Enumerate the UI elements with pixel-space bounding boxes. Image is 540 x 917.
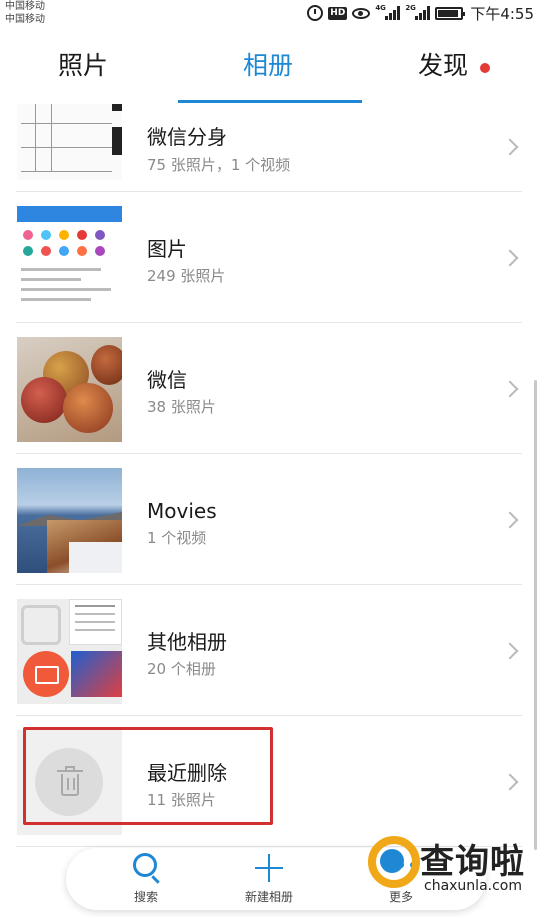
search-label: 搜索	[133, 890, 158, 904]
chevron-right-icon	[501, 511, 519, 529]
tab-albums[interactable]: 相册	[243, 48, 293, 84]
network-type-1: 4G	[375, 4, 386, 12]
status-bar: 中国移动 中国移动 HD 4G 2G 下午4:55	[0, 0, 540, 28]
album-name: 微信分身	[147, 125, 227, 149]
album-thumbnail	[17, 599, 122, 704]
status-icons: HD 4G 2G 下午4:55	[307, 3, 534, 23]
carrier-label-2: 中国移动	[5, 14, 45, 25]
album-thumbnail	[17, 468, 122, 573]
new-album-button[interactable]: 新建相册	[214, 848, 324, 910]
tab-discover[interactable]: 发现	[418, 48, 468, 84]
album-thumbnail	[17, 206, 122, 311]
album-count: 1 个视频	[147, 529, 207, 547]
album-count: 38 张照片	[147, 398, 216, 416]
watermark: 查询啦 chaxunla.com	[360, 828, 538, 914]
tab-bar: 照片 相册 发现	[0, 28, 540, 104]
battery-icon	[435, 6, 466, 20]
alarm-icon	[307, 5, 324, 21]
album-name: Movies	[147, 499, 217, 523]
chevron-right-icon	[501, 380, 519, 398]
watermark-title: 查询啦	[420, 842, 525, 882]
scrollbar[interactable]	[534, 380, 537, 850]
tab-photos[interactable]: 照片	[58, 48, 108, 84]
new-album-label: 新建相册	[244, 890, 293, 904]
plus-icon	[255, 854, 283, 882]
album-row-weixin[interactable]: 微信 38 张照片	[0, 323, 540, 454]
status-time: 下午4:55	[470, 4, 534, 23]
network-type-2: 2G	[405, 4, 416, 12]
album-name: 图片	[147, 237, 187, 261]
carrier-label-1: 中国移动	[5, 1, 45, 12]
search-button[interactable]: 搜索	[91, 848, 201, 910]
album-count: 20 个相册	[147, 660, 216, 678]
chevron-right-icon	[501, 249, 519, 267]
notification-dot	[480, 63, 490, 73]
watermark-logo-icon	[368, 836, 420, 888]
search-icon	[133, 853, 157, 877]
chevron-right-icon	[501, 642, 519, 660]
album-count: 249 张照片	[147, 267, 226, 285]
album-count: 75 张照片，1 个视频	[147, 156, 291, 174]
highlight-box	[23, 727, 273, 825]
album-row-movies[interactable]: Movies 1 个视频	[0, 454, 540, 585]
album-name: 其他相册	[147, 630, 227, 654]
mail-icon	[23, 651, 69, 697]
chevron-right-icon	[501, 138, 519, 156]
chevron-right-icon	[501, 773, 519, 791]
signal-icon: 4G	[375, 4, 401, 20]
album-thumbnail	[17, 337, 122, 442]
battery-fill	[438, 9, 459, 17]
album-row-pictures[interactable]: 图片 249 张照片	[0, 192, 540, 323]
hd-icon: HD	[328, 6, 348, 20]
signal-icon: 2G	[405, 4, 431, 20]
watermark-url: chaxunla.com	[424, 878, 522, 894]
album-name: 微信	[147, 368, 187, 392]
album-row-other-albums[interactable]: 其他相册 20 个相册	[0, 585, 540, 716]
active-tab-indicator	[178, 100, 362, 103]
album-thumbnail	[17, 104, 122, 180]
album-row-weixin-clone[interactable]: 微信分身 75 张照片，1 个视频	[0, 104, 540, 192]
eye-comfort-icon	[352, 7, 371, 19]
